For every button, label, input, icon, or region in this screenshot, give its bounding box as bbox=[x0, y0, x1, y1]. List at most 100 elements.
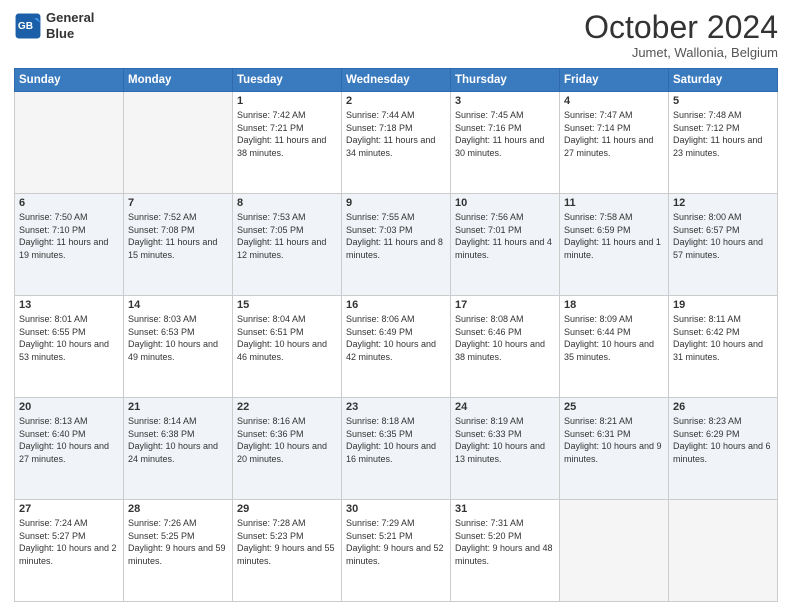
cell-info: Sunrise: 8:13 AMSunset: 6:40 PMDaylight:… bbox=[19, 416, 109, 464]
cell-info: Sunrise: 7:48 AMSunset: 7:12 PMDaylight:… bbox=[673, 110, 762, 158]
day-number: 24 bbox=[455, 401, 555, 413]
calendar-cell: 31 Sunrise: 7:31 AMSunset: 5:20 PMDayligh… bbox=[451, 500, 560, 602]
day-number: 28 bbox=[128, 503, 228, 515]
day-number: 21 bbox=[128, 401, 228, 413]
day-number: 29 bbox=[237, 503, 337, 515]
cell-info: Sunrise: 7:47 AMSunset: 7:14 PMDaylight:… bbox=[564, 110, 653, 158]
day-number: 27 bbox=[19, 503, 119, 515]
cell-info: Sunrise: 8:21 AMSunset: 6:31 PMDaylight:… bbox=[564, 416, 662, 464]
calendar-cell bbox=[15, 92, 124, 194]
calendar-cell bbox=[669, 500, 778, 602]
calendar-cell: 22 Sunrise: 8:16 AMSunset: 6:36 PMDayligh… bbox=[233, 398, 342, 500]
cell-info: Sunrise: 7:29 AMSunset: 5:21 PMDaylight:… bbox=[346, 518, 444, 566]
calendar-cell: 4 Sunrise: 7:47 AMSunset: 7:14 PMDaylight… bbox=[560, 92, 669, 194]
cell-info: Sunrise: 7:52 AMSunset: 7:08 PMDaylight:… bbox=[128, 212, 217, 260]
cell-info: Sunrise: 7:26 AMSunset: 5:25 PMDaylight:… bbox=[128, 518, 226, 566]
calendar-cell: 21 Sunrise: 8:14 AMSunset: 6:38 PMDayligh… bbox=[124, 398, 233, 500]
calendar-cell: 7 Sunrise: 7:52 AMSunset: 7:08 PMDaylight… bbox=[124, 194, 233, 296]
calendar-cell: 27 Sunrise: 7:24 AMSunset: 5:27 PMDayligh… bbox=[15, 500, 124, 602]
day-number: 10 bbox=[455, 197, 555, 209]
calendar-cell: 17 Sunrise: 8:08 AMSunset: 6:46 PMDayligh… bbox=[451, 296, 560, 398]
cell-info: Sunrise: 7:28 AMSunset: 5:23 PMDaylight:… bbox=[237, 518, 335, 566]
day-number: 23 bbox=[346, 401, 446, 413]
day-number: 14 bbox=[128, 299, 228, 311]
day-header-saturday: Saturday bbox=[669, 69, 778, 92]
calendar-cell bbox=[124, 92, 233, 194]
day-header-monday: Monday bbox=[124, 69, 233, 92]
day-number: 1 bbox=[237, 95, 337, 107]
cell-info: Sunrise: 8:23 AMSunset: 6:29 PMDaylight:… bbox=[673, 416, 771, 464]
cell-info: Sunrise: 7:56 AMSunset: 7:01 PMDaylight:… bbox=[455, 212, 552, 260]
calendar-cell: 3 Sunrise: 7:45 AMSunset: 7:16 PMDaylight… bbox=[451, 92, 560, 194]
cell-info: Sunrise: 8:03 AMSunset: 6:53 PMDaylight:… bbox=[128, 314, 218, 362]
cell-info: Sunrise: 7:44 AMSunset: 7:18 PMDaylight:… bbox=[346, 110, 435, 158]
calendar-cell: 9 Sunrise: 7:55 AMSunset: 7:03 PMDaylight… bbox=[342, 194, 451, 296]
calendar-cell: 14 Sunrise: 8:03 AMSunset: 6:53 PMDayligh… bbox=[124, 296, 233, 398]
calendar-cell: 12Sunrise: 8:00 AMSunset: 6:57 PMDayligh… bbox=[669, 194, 778, 296]
day-number: 5 bbox=[673, 95, 773, 107]
day-number: 9 bbox=[346, 197, 446, 209]
calendar-week-row: 13Sunrise: 8:01 AMSunset: 6:55 PMDayligh… bbox=[15, 296, 778, 398]
day-number: 18 bbox=[564, 299, 664, 311]
svg-text:GB: GB bbox=[18, 21, 33, 32]
day-number: 22 bbox=[237, 401, 337, 413]
location: Jumet, Wallonia, Belgium bbox=[584, 45, 778, 60]
cell-info: Sunrise: 7:42 AMSunset: 7:21 PMDaylight:… bbox=[237, 110, 326, 158]
month-title: October 2024 bbox=[584, 10, 778, 45]
calendar-cell: 11 Sunrise: 7:58 AMSunset: 6:59 PMDayligh… bbox=[560, 194, 669, 296]
day-number: 4 bbox=[564, 95, 664, 107]
calendar-cell: 1 Sunrise: 7:42 AMSunset: 7:21 PMDaylight… bbox=[233, 92, 342, 194]
day-number: 17 bbox=[455, 299, 555, 311]
cell-info: Sunrise: 8:14 AMSunset: 6:38 PMDaylight:… bbox=[128, 416, 218, 464]
logo-line2: Blue bbox=[46, 26, 94, 42]
cell-info: Sunrise: 7:53 AMSunset: 7:05 PMDaylight:… bbox=[237, 212, 326, 260]
day-number: 30 bbox=[346, 503, 446, 515]
calendar-header-row: SundayMondayTuesdayWednesdayThursdayFrid… bbox=[15, 69, 778, 92]
day-number: 13 bbox=[19, 299, 119, 311]
calendar-cell: 23 Sunrise: 8:18 AMSunset: 6:35 PMDayligh… bbox=[342, 398, 451, 500]
cell-info: Sunrise: 7:31 AMSunset: 5:20 PMDaylight:… bbox=[455, 518, 553, 566]
cell-info: Sunrise: 7:45 AMSunset: 7:16 PMDaylight:… bbox=[455, 110, 544, 158]
calendar-week-row: 27 Sunrise: 7:24 AMSunset: 5:27 PMDayligh… bbox=[15, 500, 778, 602]
calendar-cell: 28 Sunrise: 7:26 AMSunset: 5:25 PMDayligh… bbox=[124, 500, 233, 602]
cell-info: Sunrise: 8:11 AMSunset: 6:42 PMDaylight:… bbox=[673, 314, 763, 362]
day-number: 15 bbox=[237, 299, 337, 311]
day-number: 2 bbox=[346, 95, 446, 107]
logo-icon: GB bbox=[14, 12, 42, 40]
calendar-cell: 5 Sunrise: 7:48 AMSunset: 7:12 PMDaylight… bbox=[669, 92, 778, 194]
calendar-week-row: 1 Sunrise: 7:42 AMSunset: 7:21 PMDaylight… bbox=[15, 92, 778, 194]
calendar-cell bbox=[560, 500, 669, 602]
day-header-sunday: Sunday bbox=[15, 69, 124, 92]
cell-info: Sunrise: 7:50 AMSunset: 7:10 PMDaylight:… bbox=[19, 212, 108, 260]
header-right: October 2024 Jumet, Wallonia, Belgium bbox=[584, 10, 778, 60]
calendar-week-row: 6Sunrise: 7:50 AMSunset: 7:10 PMDaylight… bbox=[15, 194, 778, 296]
cell-info: Sunrise: 8:08 AMSunset: 6:46 PMDaylight:… bbox=[455, 314, 545, 362]
day-number: 7 bbox=[128, 197, 228, 209]
page: GB General Blue October 2024 Jumet, Wall… bbox=[0, 0, 792, 612]
day-number: 19 bbox=[673, 299, 773, 311]
day-number: 11 bbox=[564, 197, 664, 209]
calendar-cell: 18Sunrise: 8:09 AMSunset: 6:44 PMDayligh… bbox=[560, 296, 669, 398]
cell-info: Sunrise: 7:55 AMSunset: 7:03 PMDaylight:… bbox=[346, 212, 443, 260]
cell-info: Sunrise: 8:18 AMSunset: 6:35 PMDaylight:… bbox=[346, 416, 436, 464]
calendar-cell: 13Sunrise: 8:01 AMSunset: 6:55 PMDayligh… bbox=[15, 296, 124, 398]
logo-text: General Blue bbox=[46, 10, 94, 41]
header: GB General Blue October 2024 Jumet, Wall… bbox=[14, 10, 778, 60]
day-header-tuesday: Tuesday bbox=[233, 69, 342, 92]
calendar-cell: 24Sunrise: 8:19 AMSunset: 6:33 PMDayligh… bbox=[451, 398, 560, 500]
calendar-cell: 30 Sunrise: 7:29 AMSunset: 5:21 PMDayligh… bbox=[342, 500, 451, 602]
day-number: 3 bbox=[455, 95, 555, 107]
calendar-table: SundayMondayTuesdayWednesdayThursdayFrid… bbox=[14, 68, 778, 602]
cell-info: Sunrise: 7:24 AMSunset: 5:27 PMDaylight:… bbox=[19, 518, 117, 566]
day-number: 26 bbox=[673, 401, 773, 413]
logo: GB General Blue bbox=[14, 10, 94, 41]
cell-info: Sunrise: 7:58 AMSunset: 6:59 PMDaylight:… bbox=[564, 212, 661, 260]
calendar-cell: 10 Sunrise: 7:56 AMSunset: 7:01 PMDayligh… bbox=[451, 194, 560, 296]
calendar-cell: 29 Sunrise: 7:28 AMSunset: 5:23 PMDayligh… bbox=[233, 500, 342, 602]
day-number: 31 bbox=[455, 503, 555, 515]
cell-info: Sunrise: 8:04 AMSunset: 6:51 PMDaylight:… bbox=[237, 314, 327, 362]
cell-info: Sunrise: 8:16 AMSunset: 6:36 PMDaylight:… bbox=[237, 416, 327, 464]
day-number: 12 bbox=[673, 197, 773, 209]
day-header-thursday: Thursday bbox=[451, 69, 560, 92]
day-number: 16 bbox=[346, 299, 446, 311]
